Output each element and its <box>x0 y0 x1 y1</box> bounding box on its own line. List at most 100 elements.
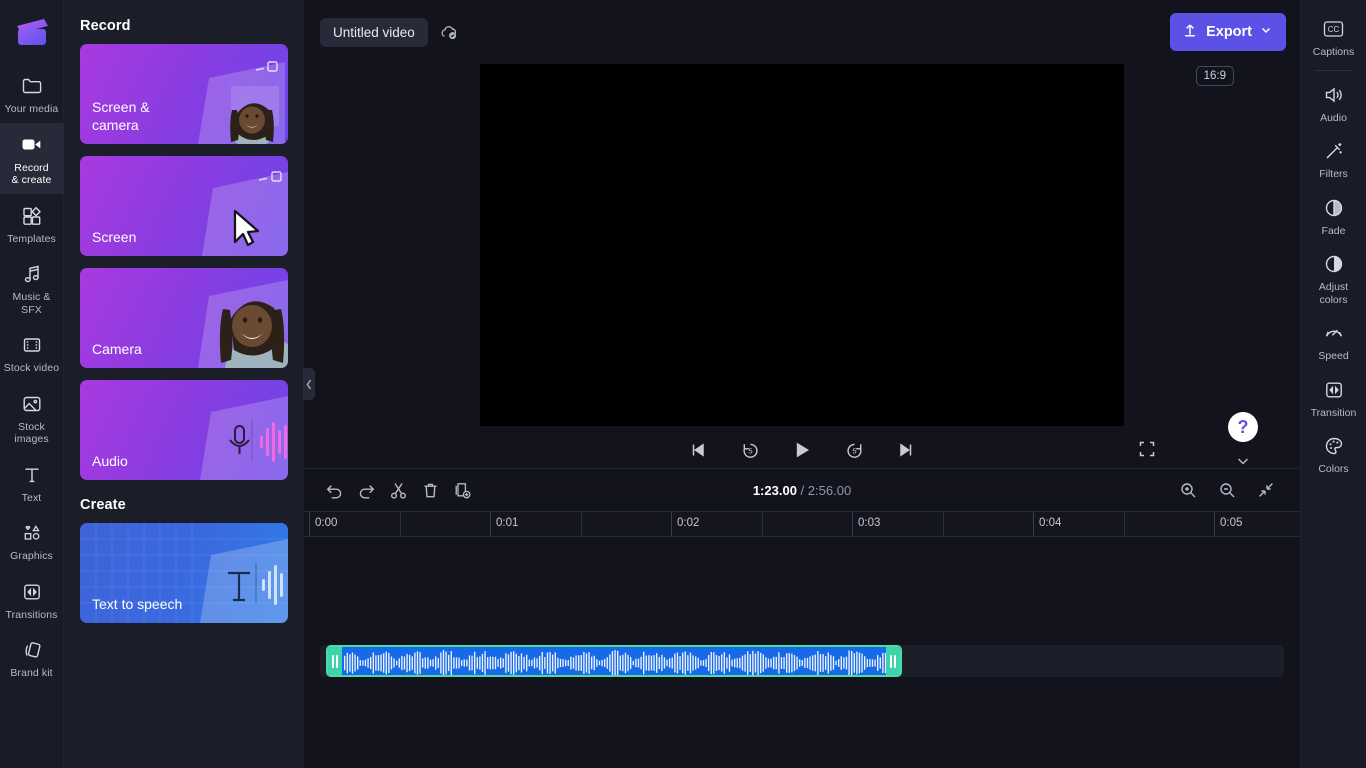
playback-controls: 5 5 <box>480 430 1124 470</box>
tool-adjust-colors[interactable]: Adjust colors <box>1301 243 1366 312</box>
record-and-create-panel: Record Screen & camera Screen Camera Aud… <box>64 0 304 768</box>
record-card-screen-and-camera[interactable]: Screen & camera <box>80 44 288 144</box>
sidebar-item-music-sfx[interactable]: Music & SFX <box>0 252 64 323</box>
audio-clip[interactable] <box>326 645 902 677</box>
ruler-tick-label: 0:02 <box>677 517 700 529</box>
editor-main: Untitled video Export 16:9 5 5 ? 1:23.00… <box>304 0 1300 768</box>
clip-trim-handle-left[interactable] <box>328 647 342 675</box>
sidebar-item-brand-kit[interactable]: Brand kit <box>0 628 64 687</box>
magic-wand-icon <box>1321 138 1347 164</box>
tool-filters[interactable]: Filters <box>1301 130 1366 187</box>
brand-kit-icon <box>19 637 45 663</box>
help-button[interactable]: ? <box>1228 412 1258 442</box>
zoom-in-button[interactable] <box>1174 476 1202 504</box>
tool-label: Fade <box>1321 224 1346 237</box>
panel-heading-create: Create <box>80 497 126 513</box>
record-card-label: Screen <box>92 229 137 245</box>
collapse-panel-handle[interactable]: ❮ <box>303 368 315 400</box>
music-note-icon <box>19 261 45 287</box>
project-title-input[interactable]: Untitled video <box>320 17 428 47</box>
tool-label: Transition <box>1310 406 1357 419</box>
ruler-tick <box>309 512 310 536</box>
skip-to-start-button[interactable] <box>684 436 712 464</box>
duplicate-button[interactable] <box>448 476 476 504</box>
redo-button[interactable] <box>352 476 380 504</box>
export-button[interactable]: Export <box>1170 13 1286 51</box>
svg-text:5: 5 <box>852 446 856 455</box>
chevron-left-icon: ❮ <box>305 378 313 389</box>
record-card-label: Screen & camera <box>92 99 150 133</box>
sidebar-item-stock-images[interactable]: Stock images <box>0 382 64 453</box>
sidebar-item-templates[interactable]: Templates <box>0 194 64 253</box>
fullscreen-button[interactable] <box>1134 436 1160 462</box>
forward-5-button[interactable]: 5 <box>840 436 868 464</box>
palette-icon <box>1321 433 1347 459</box>
create-card-text-to-speech[interactable]: Text to speech <box>80 523 288 623</box>
sidebar-item-label: Music & SFX <box>12 291 51 316</box>
sidebar-item-text[interactable]: Text <box>0 453 64 512</box>
zoom-out-button[interactable] <box>1213 476 1241 504</box>
record-card-screen[interactable]: Screen <box>80 156 288 256</box>
fit-to-screen-button[interactable] <box>1252 476 1280 504</box>
aspect-ratio-badge[interactable]: 16:9 <box>1195 66 1234 86</box>
tool-transition[interactable]: Transition <box>1301 369 1366 426</box>
ruler-tick-minor <box>399 512 401 536</box>
ruler-tick <box>490 512 491 536</box>
undo-button[interactable] <box>320 476 348 504</box>
time-separator: / <box>800 482 805 498</box>
timeline: 1:23.00 / 2:56.00 0:00 0:01 0:02 0:03 0:… <box>304 468 1300 768</box>
total-time: 2:56.00 <box>807 482 852 498</box>
text-icon <box>19 462 45 488</box>
sidebar-item-stock-video[interactable]: Stock video <box>0 323 64 382</box>
video-preview[interactable] <box>480 64 1124 426</box>
play-button[interactable] <box>788 436 816 464</box>
top-bar: Untitled video Export <box>304 0 1300 64</box>
tool-label: Captions <box>1312 46 1355 58</box>
fade-icon <box>1321 195 1347 221</box>
ruler-tick-minor <box>761 512 763 536</box>
image-icon <box>19 391 45 417</box>
ruler-tick-minor <box>942 512 944 536</box>
record-card-camera[interactable]: Camera <box>80 268 288 368</box>
delete-button[interactable] <box>416 476 444 504</box>
tool-label: Speed <box>1318 350 1349 362</box>
tool-speed[interactable]: Speed <box>1301 312 1366 369</box>
clip-trim-handle-right[interactable] <box>886 647 900 675</box>
timeline-ruler[interactable]: 0:00 0:01 0:02 0:03 0:04 0:05 <box>304 511 1300 537</box>
record-card-audio[interactable]: Audio <box>80 380 288 480</box>
left-navigation-rail: Your media Record & create Templates Mus… <box>0 0 64 768</box>
record-card-label: Camera <box>92 341 142 357</box>
tool-colors[interactable]: Colors <box>1301 425 1366 482</box>
speedometer-icon <box>1321 320 1347 346</box>
rewind-5-button[interactable]: 5 <box>736 436 764 464</box>
right-properties-rail: CC Captions Audio Filters Fade Adjust co… <box>1300 0 1366 768</box>
audio-waveform <box>328 647 900 675</box>
track-row[interactable] <box>320 645 1284 677</box>
chevron-down-icon <box>1260 24 1272 40</box>
tool-captions[interactable]: CC Captions <box>1301 8 1366 65</box>
export-label: Export <box>1206 24 1252 40</box>
speaker-icon <box>1321 82 1347 108</box>
shapes-icon <box>19 520 45 546</box>
sidebar-item-graphics[interactable]: Graphics <box>0 511 64 570</box>
clipchamp-logo[interactable] <box>0 0 64 64</box>
split-button[interactable] <box>384 476 412 504</box>
clipchamp-editor: Your media Record & create Templates Mus… <box>0 0 1366 768</box>
sidebar-item-transitions[interactable]: Transitions <box>0 570 64 629</box>
sidebar-item-label: Brand kit <box>10 667 53 679</box>
sidebar-item-label: Stock images <box>14 420 49 446</box>
video-camera-icon <box>19 132 45 158</box>
tool-audio[interactable]: Audio <box>1301 74 1366 131</box>
tool-label: Filters <box>1319 168 1348 180</box>
skip-to-end-button[interactable] <box>892 436 920 464</box>
sidebar-item-label: Your media <box>4 103 59 115</box>
help-label: ? <box>1237 417 1249 437</box>
sidebar-item-record-create[interactable]: Record & create <box>0 122 64 194</box>
sidebar-item-label: Transitions <box>5 608 58 621</box>
ruler-tick <box>852 512 853 536</box>
sidebar-item-your-media[interactable]: Your media <box>0 64 64 123</box>
tool-fade[interactable]: Fade <box>1301 187 1366 244</box>
svg-text:5: 5 <box>748 446 752 455</box>
ruler-tick <box>671 512 672 536</box>
ruler-tick-label: 0:04 <box>1039 517 1062 529</box>
